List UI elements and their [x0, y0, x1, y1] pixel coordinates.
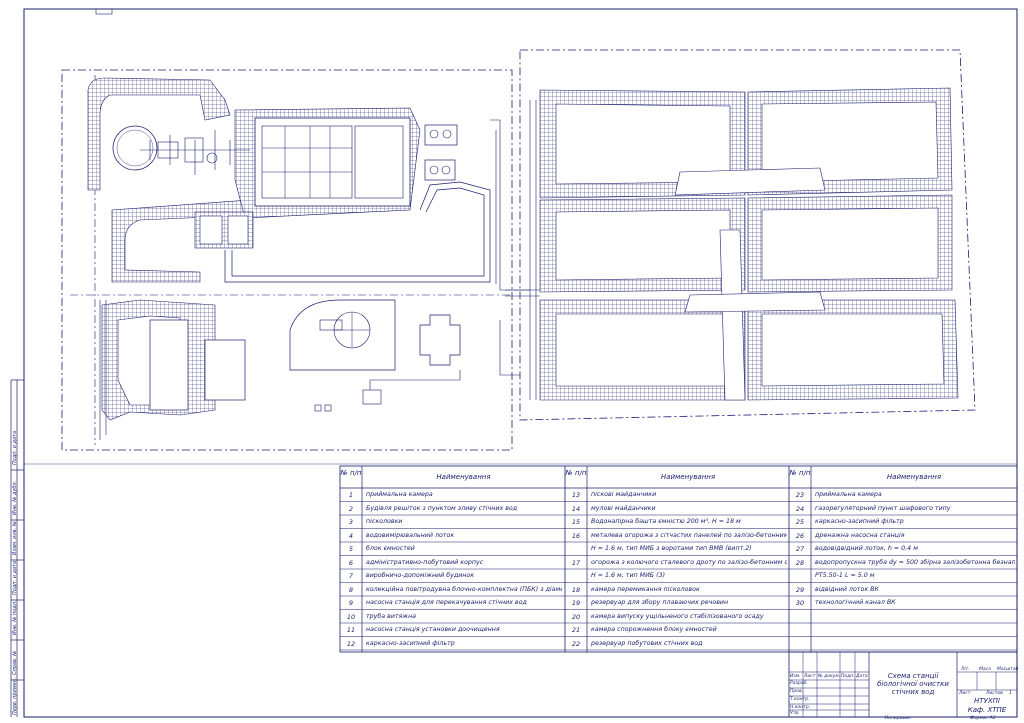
item-number: 29 [795, 585, 805, 594]
item-name: камера перемикання пісколовок [591, 585, 700, 593]
site-plan-drawing [10, 8, 1018, 718]
sheets-value: 1 [1009, 691, 1012, 696]
item-name: пісколовки [366, 518, 403, 525]
item-number: 11 [346, 626, 356, 634]
item-name: блок ємностей [366, 545, 415, 552]
item-number: 25 [795, 518, 805, 526]
side-label-1: Подп. и дата [12, 430, 18, 465]
side-label-5: Инв. № подл. [12, 600, 18, 636]
item-number: 27 [795, 545, 805, 553]
item-number: 9 [348, 599, 354, 607]
col2-name-header: Найменування [660, 473, 716, 481]
item-number: 5 [348, 545, 354, 553]
item-number: 17 [571, 558, 581, 567]
item-name: металева огорожа з сітчастих панелей по … [591, 531, 787, 539]
doc-col-label: № докум. [818, 674, 841, 679]
item-number: 15 [571, 518, 581, 526]
item-number: 8 [348, 585, 354, 594]
item-name: РТ5.50-1 L = 5.0 м [815, 572, 875, 579]
department: Каф. ХТПЕ [967, 706, 1007, 714]
item-number: 22 [571, 639, 581, 648]
sheets-label: Листов [986, 691, 1003, 696]
sheet-label: Лист [959, 691, 971, 696]
item-number: 13 [571, 491, 581, 499]
sheet-col-label: Лист [804, 674, 816, 679]
item-name: H = 1.6 м, тип МИБ (3) [591, 572, 666, 579]
item-number: 6 [348, 558, 354, 567]
item-name: приймальна камера [815, 491, 882, 498]
item-name: мулові майданчики [591, 504, 656, 512]
item-name: дренажна насосна станція [815, 531, 905, 539]
item-number: 28 [795, 558, 805, 567]
item-name: Будівля решіток з пунктом зливу стічних … [366, 504, 518, 512]
item-name: каркасно-засипний фільтр [366, 639, 455, 647]
side-label-2: Инв. № дубл. [12, 480, 18, 515]
item-name: технологічний канал ВК [815, 599, 896, 606]
mass-label: Маса [979, 667, 991, 672]
date-col-label: Дата [856, 674, 868, 679]
item-name: H = 1.6 м, тип МИБ з воротами тип ВМВ (в… [591, 545, 752, 552]
item-name: камера спорожнення блоку ємностей [591, 626, 717, 633]
item-name: адміністративно-побутовий корпус [366, 558, 484, 566]
col1-num-header: № п/п [340, 469, 362, 477]
item-name: огорожа з колючого сталевого дроту по за… [591, 558, 787, 566]
item-number: 26 [795, 531, 805, 540]
col2-num-header: № п/п [565, 469, 587, 477]
item-name: піскові майданчики [591, 491, 657, 498]
item-number: 16 [571, 531, 581, 540]
item-name: камера випуску ущільненого стабілізовано… [591, 612, 764, 620]
role-approved: Утв. [790, 711, 800, 716]
col1-name-header: Найменування [436, 473, 491, 481]
item-number: 7 [348, 572, 354, 580]
rev-col-label: Изм. [790, 674, 801, 679]
side-label-3: Взам. инв. № [12, 521, 18, 555]
item-name: газорегуляторний пункт шафового типу [815, 504, 951, 512]
role-developer: Разраб. [790, 681, 808, 686]
role-ncontrol: Н.контр. [790, 705, 811, 710]
item-number: 21 [571, 626, 581, 634]
sludge-beds [539, 87, 959, 401]
item-number: 4 [348, 531, 354, 540]
item-name: виробничо-допоміжний будинок [366, 572, 475, 579]
role-tcontrol: Т.контр. [790, 697, 810, 702]
item-name: насосна станція установки доочищення [366, 626, 500, 633]
role-checker: Пров. [790, 689, 804, 694]
item-number: 3 [348, 518, 354, 526]
item-number: 2 [348, 504, 354, 513]
item-name: приймальна камера [366, 491, 433, 498]
item-number: 1 [348, 491, 354, 499]
item-name: каркасно-засипний фільтр [815, 518, 904, 525]
scale-label: Масштаб [997, 667, 1019, 672]
side-label-4: Подп. и дата [12, 560, 18, 595]
col3-num-header: № п/п [789, 469, 811, 477]
item-name: резервуар для збору плаваючих речовин [591, 599, 729, 606]
item-number: 10 [346, 612, 356, 621]
item-number: 23 [795, 491, 805, 499]
item-number: 20 [571, 612, 581, 621]
item-name: колекційна повітродувна блочно-комплектн… [366, 585, 562, 593]
item-name: водовідвідний лоток, h = 0,4 м [815, 545, 918, 552]
copied-label: Копировал [885, 716, 911, 721]
side-label-6: Справ. № [12, 650, 18, 675]
item-name: труба витяжна [366, 612, 417, 620]
item-name: відвідний лоток ВК [815, 585, 879, 593]
item-number: 18 [571, 585, 581, 594]
drawing-title: Схема станції біологічної очистки стічни… [877, 672, 949, 696]
item-number: 14 [571, 504, 581, 513]
item-number: 12 [346, 639, 356, 648]
item-name: водовимірювальний лоток [366, 531, 455, 539]
item-number: 24 [795, 504, 805, 513]
side-label-7: Перв. примен. [12, 677, 18, 715]
org-name: НТУХПІ [974, 697, 1000, 705]
item-number: 30 [795, 599, 805, 607]
item-name: водопропускна труба dy = 500 збірна залі… [815, 558, 1015, 566]
item-number: 19 [571, 599, 581, 607]
col3-name-header: Найменування [886, 473, 942, 481]
format-label: Формат А1 [970, 716, 996, 721]
sign-col-label: Подп. [841, 674, 855, 679]
item-name: Водонапірна башта ємністю 200 м³, H = 18… [591, 518, 741, 525]
item-name: резервуар побутових стічних вод [591, 639, 703, 647]
item-name: насосна станція для перекачування стічни… [366, 599, 527, 606]
lit-label: Літ. [961, 667, 970, 672]
